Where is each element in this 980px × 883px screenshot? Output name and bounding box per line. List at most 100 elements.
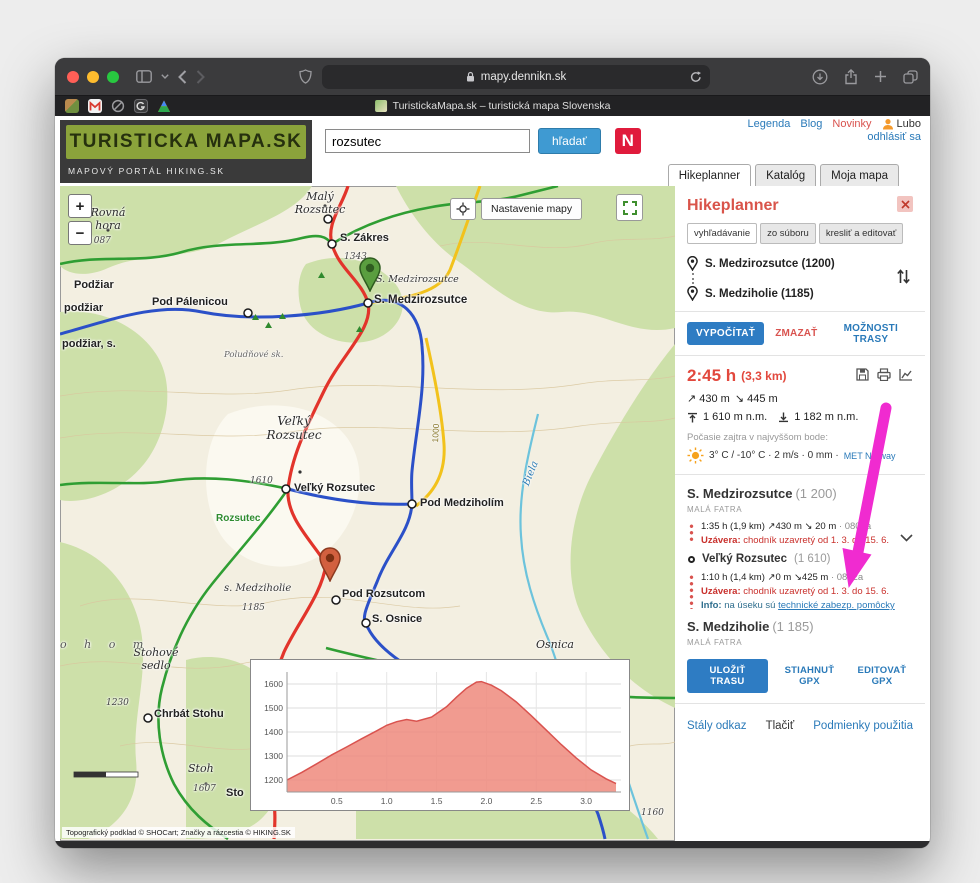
- min-elevation-icon: [779, 412, 789, 422]
- route-end-elev: (1 185): [772, 619, 814, 634]
- reload-icon[interactable]: [690, 70, 702, 83]
- map-label: 1610: [250, 476, 273, 486]
- leg-stats: 1:10 h (1,4 km) ↗0 m ↘425 m: [701, 572, 829, 583]
- tab-hikeplanner[interactable]: Hikeplanner: [667, 164, 752, 186]
- dennikn-logo[interactable]: N: [614, 128, 641, 154]
- map-label: o h o m: [60, 638, 151, 651]
- info-link[interactable]: technické zabezp. pomôcky: [778, 600, 895, 611]
- user-menu[interactable]: Lubo: [882, 118, 921, 130]
- nav-blog[interactable]: Blog: [800, 118, 822, 130]
- logout-link[interactable]: odhlásiť sa: [867, 131, 921, 143]
- window-controls: [67, 70, 119, 83]
- new-tab-icon[interactable]: [874, 70, 887, 83]
- tab-katalog[interactable]: Katalóg: [755, 164, 817, 186]
- bookmark-favicon-blocked[interactable]: [111, 99, 125, 113]
- user-name: Lubo: [896, 118, 921, 130]
- terms-link[interactable]: Podmienky použitia: [813, 720, 913, 732]
- route-options-button[interactable]: MOŽNOSTI TRASY: [829, 323, 914, 345]
- weather-source-link[interactable]: MET Norway: [844, 451, 896, 461]
- page: TURISTICKA MAPA.SK MAPOVÝ PORTÁL HIKING.…: [55, 116, 930, 841]
- download-gpx-button[interactable]: STIAHNUŤ GPX: [778, 665, 841, 687]
- lock-icon: [466, 71, 475, 82]
- map-label: S. Medzirozsutce: [374, 294, 468, 306]
- privacy-shield-icon[interactable]: [299, 69, 312, 84]
- waypoint-start: S. Medzirozsutce (1200): [705, 257, 835, 270]
- clear-button[interactable]: ZMAZAŤ: [775, 328, 817, 339]
- map-label: 1160: [641, 808, 664, 818]
- waypoint-row[interactable]: S. Medzirozsutce (1200): [687, 256, 887, 271]
- minimize-window-button[interactable]: [87, 70, 99, 83]
- active-tab[interactable]: TuristickaMapa.sk – turistická mapa Slov…: [374, 100, 611, 112]
- search-button[interactable]: hľadať: [538, 128, 601, 154]
- svg-text:1300: 1300: [264, 751, 283, 761]
- tab-moja-mapa[interactable]: Moja mapa: [820, 164, 899, 186]
- tab-zo-suboru[interactable]: zo súboru: [760, 223, 816, 244]
- hikeplanner-panel: Hikeplanner vyhľadávanie zo súboru kresl…: [675, 186, 925, 841]
- edit-gpx-button[interactable]: EDITOVAŤ GPX: [851, 665, 913, 687]
- share-icon[interactable]: [844, 68, 858, 85]
- print-route-icon[interactable]: [877, 368, 891, 384]
- site-logo[interactable]: TURISTICKA MAPA.SK MAPOVÝ PORTÁL HIKING.…: [60, 120, 312, 183]
- profile-chart-icon[interactable]: [899, 368, 913, 384]
- info-label: Info:: [701, 600, 722, 611]
- sidebar-chevron-icon[interactable]: [161, 74, 169, 79]
- tab-title-text: TuristickaMapa.sk – turistická mapa Slov…: [392, 100, 611, 112]
- bookmark-favicon-drive[interactable]: [157, 99, 171, 113]
- permalink-link[interactable]: Stály odkaz: [687, 720, 746, 732]
- tab-overview-icon[interactable]: [903, 69, 918, 84]
- back-icon[interactable]: [178, 69, 187, 84]
- map[interactable]: Malý Rozsutec S. Zákres 1343 S. Medziroz…: [60, 186, 675, 841]
- close-window-button[interactable]: [67, 70, 79, 83]
- expand-leg-button[interactable]: [900, 530, 913, 545]
- tab-kreslit-editovat[interactable]: kresliť a editovať: [818, 223, 904, 244]
- map-label: s. Medziholie: [224, 583, 292, 594]
- logo-tagline: MAPOVÝ PORTÁL HIKING.SK: [68, 166, 225, 176]
- browser-window: mapy.dennikn.sk TuristickaMapa.sk – turi…: [55, 58, 930, 848]
- end-marker-pin[interactable]: [317, 546, 343, 587]
- bookmark-favicon-gmail[interactable]: [88, 99, 102, 113]
- leg-code: · 0802a: [830, 572, 864, 583]
- header-links: Legenda Blog Novinky Lubo odhlásiť sa: [748, 118, 921, 143]
- close-icon: [900, 199, 910, 209]
- nav-novinky[interactable]: Novinky: [832, 118, 871, 130]
- svg-text:1200: 1200: [264, 775, 283, 785]
- address-bar[interactable]: mapy.dennikn.sk: [322, 64, 710, 89]
- map-label: podžiar, s.: [62, 338, 116, 350]
- forward-icon[interactable]: [196, 69, 205, 84]
- waypoint-row[interactable]: S. Medziholie (1185): [687, 286, 887, 301]
- svg-text:2.0: 2.0: [480, 796, 492, 806]
- route-distance: (3,3 km): [741, 369, 787, 383]
- map-settings-button[interactable]: Nastavenie mapy: [481, 198, 583, 220]
- nav-legenda[interactable]: Legenda: [748, 118, 791, 130]
- route-time: 2:45 h: [687, 366, 737, 385]
- fullscreen-button[interactable]: [616, 194, 643, 221]
- locate-button[interactable]: [450, 198, 476, 220]
- search-input[interactable]: [325, 129, 530, 153]
- map-label: S. Osnice: [372, 613, 423, 625]
- bookmark-favicon-photos[interactable]: [65, 99, 79, 113]
- zoom-in-button[interactable]: +: [68, 194, 92, 218]
- zoom-out-button[interactable]: −: [68, 221, 92, 245]
- save-route-icon[interactable]: [856, 368, 869, 384]
- site-header: TURISTICKA MAPA.SK MAPOVÝ PORTÁL HIKING.…: [60, 116, 925, 186]
- downloads-icon[interactable]: [812, 69, 828, 85]
- divider: [675, 355, 925, 356]
- route-details: S. Medzirozsutce (1 200) MALÁ FATRA 1:35 …: [687, 485, 913, 647]
- save-route-button[interactable]: ULOŽIŤ TRASU: [687, 659, 768, 693]
- elevation-profile: 1200 1300 1400 1500 1600 0.5 1.0 1.5 2.0 2.5 3.0: [250, 659, 630, 811]
- compute-button[interactable]: VYPOČÍTAŤ: [687, 322, 765, 345]
- chevron-down-icon: [900, 534, 913, 542]
- start-marker-pin[interactable]: [357, 256, 383, 297]
- route-mid-elev: (1 610): [793, 553, 831, 565]
- sidebar-toggle-icon[interactable]: [136, 70, 152, 83]
- closure-text: chodník uzavretý od 1. 3. do 15. 6.: [743, 586, 890, 597]
- maximize-window-button[interactable]: [107, 70, 119, 83]
- tab-vyhladavanie[interactable]: vyhľadávanie: [687, 223, 758, 244]
- map-label: Veľký Rozsutec: [266, 414, 322, 442]
- bookmark-favicon-g[interactable]: [134, 99, 148, 113]
- svg-text:0.5: 0.5: [331, 796, 343, 806]
- closure-text: chodník uzavretý od 1. 3. do 15. 6.: [743, 535, 890, 546]
- print-link[interactable]: Tlačiť: [766, 720, 795, 732]
- swap-waypoints-button[interactable]: [896, 268, 911, 288]
- close-panel-button[interactable]: [897, 196, 913, 212]
